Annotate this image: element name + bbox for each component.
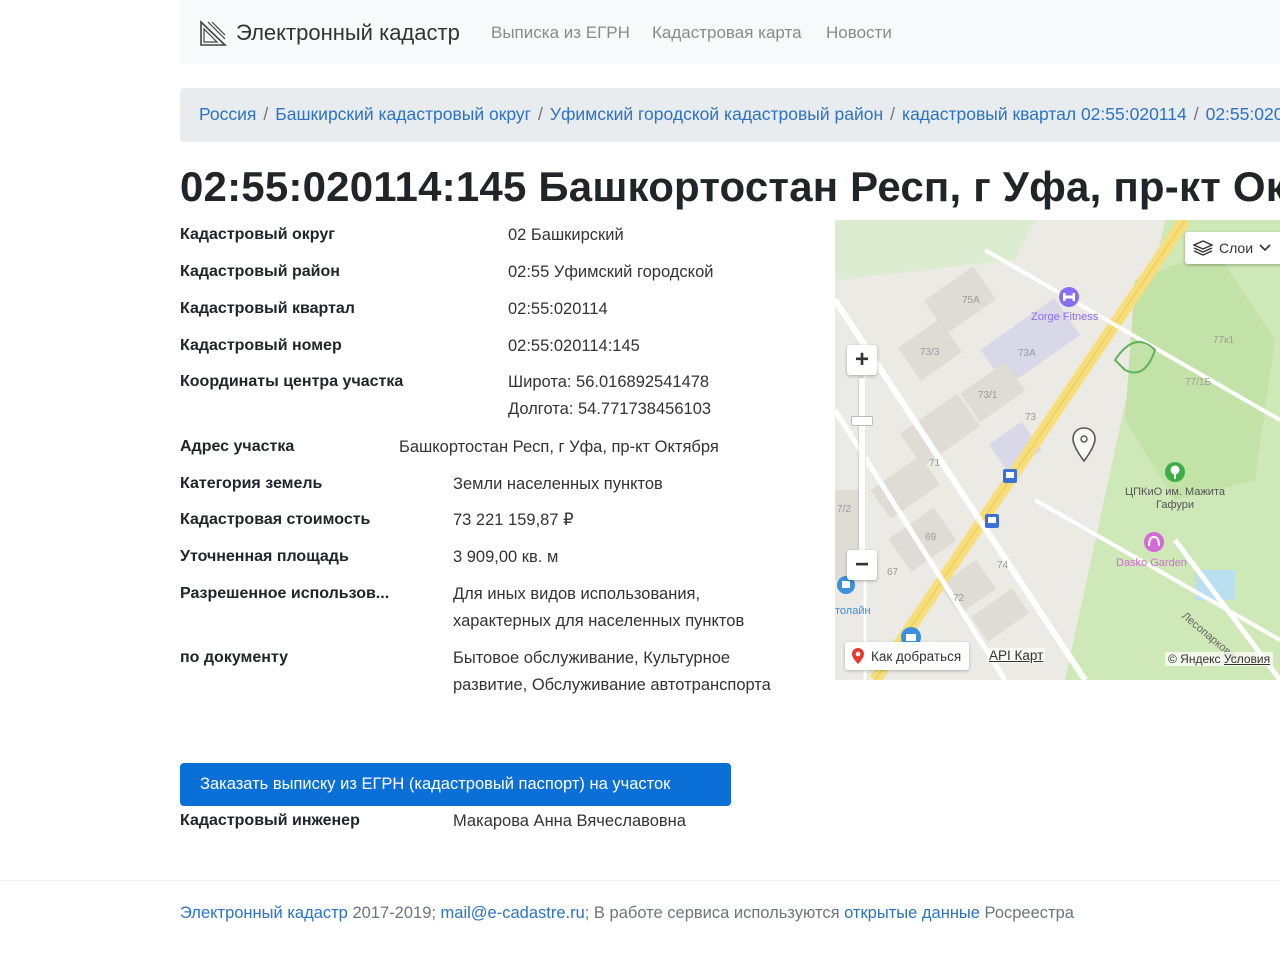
map-house-number: 75А xyxy=(962,295,980,306)
address-label: Адрес участка xyxy=(180,438,295,455)
page-title: 02:55:020114:145 Башкортостан Респ, г Уф… xyxy=(180,163,1280,210)
document-label: по документу xyxy=(180,649,289,666)
nav-map-link[interactable]: Кадастровая карта xyxy=(652,23,802,43)
breadcrumb-item-kvartal[interactable]: кадастровый квартал 02:55:020114 xyxy=(902,104,1187,124)
breadcrumb-item-rayon[interactable]: Уфимский городской кадастровый район xyxy=(550,104,883,124)
okrug-value: 02 Башкирский xyxy=(508,226,624,244)
area-label: Уточненная площадь xyxy=(180,548,349,565)
map-house-number: 73/1 xyxy=(978,390,998,401)
map-house-number: 77к1 xyxy=(1213,335,1235,346)
nomer-value: 02:55:020114:145 xyxy=(508,337,640,355)
location-pin-icon[interactable] xyxy=(1071,426,1097,464)
breadcrumb-item-russia[interactable]: Россия xyxy=(199,104,256,124)
chevron-down-icon xyxy=(1259,244,1271,252)
brand-link[interactable]: Электронный кадастр xyxy=(198,18,460,48)
layers-label: Слои xyxy=(1219,240,1254,256)
footer-years: 2017-2019; xyxy=(347,904,441,922)
footer-divider xyxy=(0,880,1280,881)
map-house-number: 74 xyxy=(997,560,1009,571)
map-house-number: 7/2 xyxy=(837,504,851,515)
map-house-number: 67 xyxy=(887,567,899,578)
breadcrumb-item-okrug[interactable]: Башкирский кадастровый округ xyxy=(275,104,531,124)
engineer-value: Макарова Анна Вячеславовна xyxy=(453,812,686,830)
breadcrumb-separator: / xyxy=(538,104,543,124)
kvartal-value: 02:55:020114 xyxy=(508,300,608,318)
bus-stop-icon[interactable] xyxy=(985,514,999,528)
map-copyright: © Яндекс Условия xyxy=(1165,652,1274,666)
engineer-label: Кадастровый инженер xyxy=(180,812,360,829)
order-extract-button[interactable]: Заказать выписку из ЕГРН (кадастровый па… xyxy=(180,763,731,806)
footer-text: ; В работе сервиса используются xyxy=(584,904,845,922)
breadcrumb-separator: / xyxy=(890,104,896,124)
map-house-number: 69 xyxy=(925,532,937,543)
footer-email-link[interactable]: mail@e-cadastre.ru xyxy=(441,904,585,922)
address-value: Башкортостан Респ, г Уфа, пр-кт Октября xyxy=(399,438,719,456)
fitness-poi-label: Zorge Fitness xyxy=(1031,311,1099,323)
zoom-in-button[interactable]: + xyxy=(847,345,877,375)
usage-label: Разрешенное использов... xyxy=(180,585,390,602)
footer: Электронный кадастр 2017-2019; mail@e-ca… xyxy=(180,904,1074,923)
route-label: Как добраться xyxy=(871,648,962,664)
zoom-slider-handle[interactable] xyxy=(851,416,873,426)
layers-button[interactable]: Слои xyxy=(1185,232,1280,264)
fitness-poi-icon[interactable] xyxy=(1058,286,1080,308)
navbar: Электронный кадастр Выписка из ЕГРН Када… xyxy=(180,0,1280,64)
cadastre-logo-icon xyxy=(200,20,227,46)
map-house-number: 73/3 xyxy=(920,347,940,358)
rayon-value: 02:55 Уфимский городской xyxy=(508,263,714,281)
nav-news-link[interactable]: Новости xyxy=(826,23,892,43)
latitude-value: Широта: 56.016892541478 xyxy=(508,373,710,391)
footer-text-end: Росреестра xyxy=(979,904,1074,922)
document-value: Бытовое обслуживание, Культурное развити… xyxy=(453,649,771,694)
breadcrumb-separator: / xyxy=(263,104,269,124)
transport-poi-label: толайн xyxy=(835,605,871,617)
route-pin-icon xyxy=(852,648,864,664)
cost-label: Кадастровая стоимость xyxy=(180,511,371,528)
route-button[interactable]: Как добраться xyxy=(845,642,970,670)
map-house-number: 73 xyxy=(1025,412,1037,423)
layers-icon xyxy=(1193,240,1213,256)
copyright-text: © Яндекс xyxy=(1168,652,1221,666)
bus-stop-icon[interactable] xyxy=(1003,469,1017,483)
breadcrumb: Россия / Башкирский кадастровый округ / Уфим… xyxy=(180,88,1280,142)
zoom-slider-track[interactable] xyxy=(859,378,865,560)
garden-poi-icon[interactable] xyxy=(1143,531,1165,553)
usage-value: Для иных видов использования, характерны… xyxy=(453,585,745,630)
map-house-number: 71 xyxy=(929,458,941,469)
garden-poi-label: Dasko Garden xyxy=(1116,557,1187,569)
nomer-label: Кадастровый номер xyxy=(180,337,342,354)
breadcrumb-separator: / xyxy=(1193,104,1199,124)
rayon-label: Кадастровый район xyxy=(180,263,340,280)
map-house-number: 72 xyxy=(953,593,965,604)
api-maps-link[interactable]: API Карт xyxy=(987,648,1046,663)
brand-label: Электронный кадастр xyxy=(236,20,460,45)
map-house-number: 77/1Б xyxy=(1185,377,1212,388)
category-value: Земли населенных пунктов xyxy=(453,475,663,493)
terms-link[interactable]: Условия xyxy=(1224,652,1270,666)
map-house-number: 73А xyxy=(1018,348,1036,359)
map-widget[interactable]: 75А 73/3 73А 73/1 73 71 77к1 77/1Б 7/2 6… xyxy=(835,220,1280,680)
nav-extract-link[interactable]: Выписка из ЕГРН xyxy=(491,23,630,43)
category-label: Категория земель xyxy=(180,475,323,492)
zoom-out-button[interactable]: − xyxy=(847,550,877,580)
cost-value: 73 221 159,87 ₽ xyxy=(453,511,574,529)
longitude-value: Долгота: 54.771738456103 xyxy=(508,400,712,418)
okrug-label: Кадастровый округ xyxy=(180,226,335,243)
footer-open-data-link[interactable]: открытые данные xyxy=(844,904,980,922)
breadcrumb-item-parcel[interactable]: 02:55:020114:145 xyxy=(1206,104,1280,124)
coords-label: Координаты центра участка xyxy=(180,373,404,390)
area-value: 3 909,00 кв. м xyxy=(453,548,559,566)
footer-site-link[interactable]: Электронный кадастр xyxy=(180,904,348,922)
kvartal-label: Кадастровый квартал xyxy=(180,300,355,317)
park-poi-label: ЦПКиО им. Мажита Гафури xyxy=(1125,486,1225,511)
park-poi-icon[interactable] xyxy=(1164,461,1186,483)
